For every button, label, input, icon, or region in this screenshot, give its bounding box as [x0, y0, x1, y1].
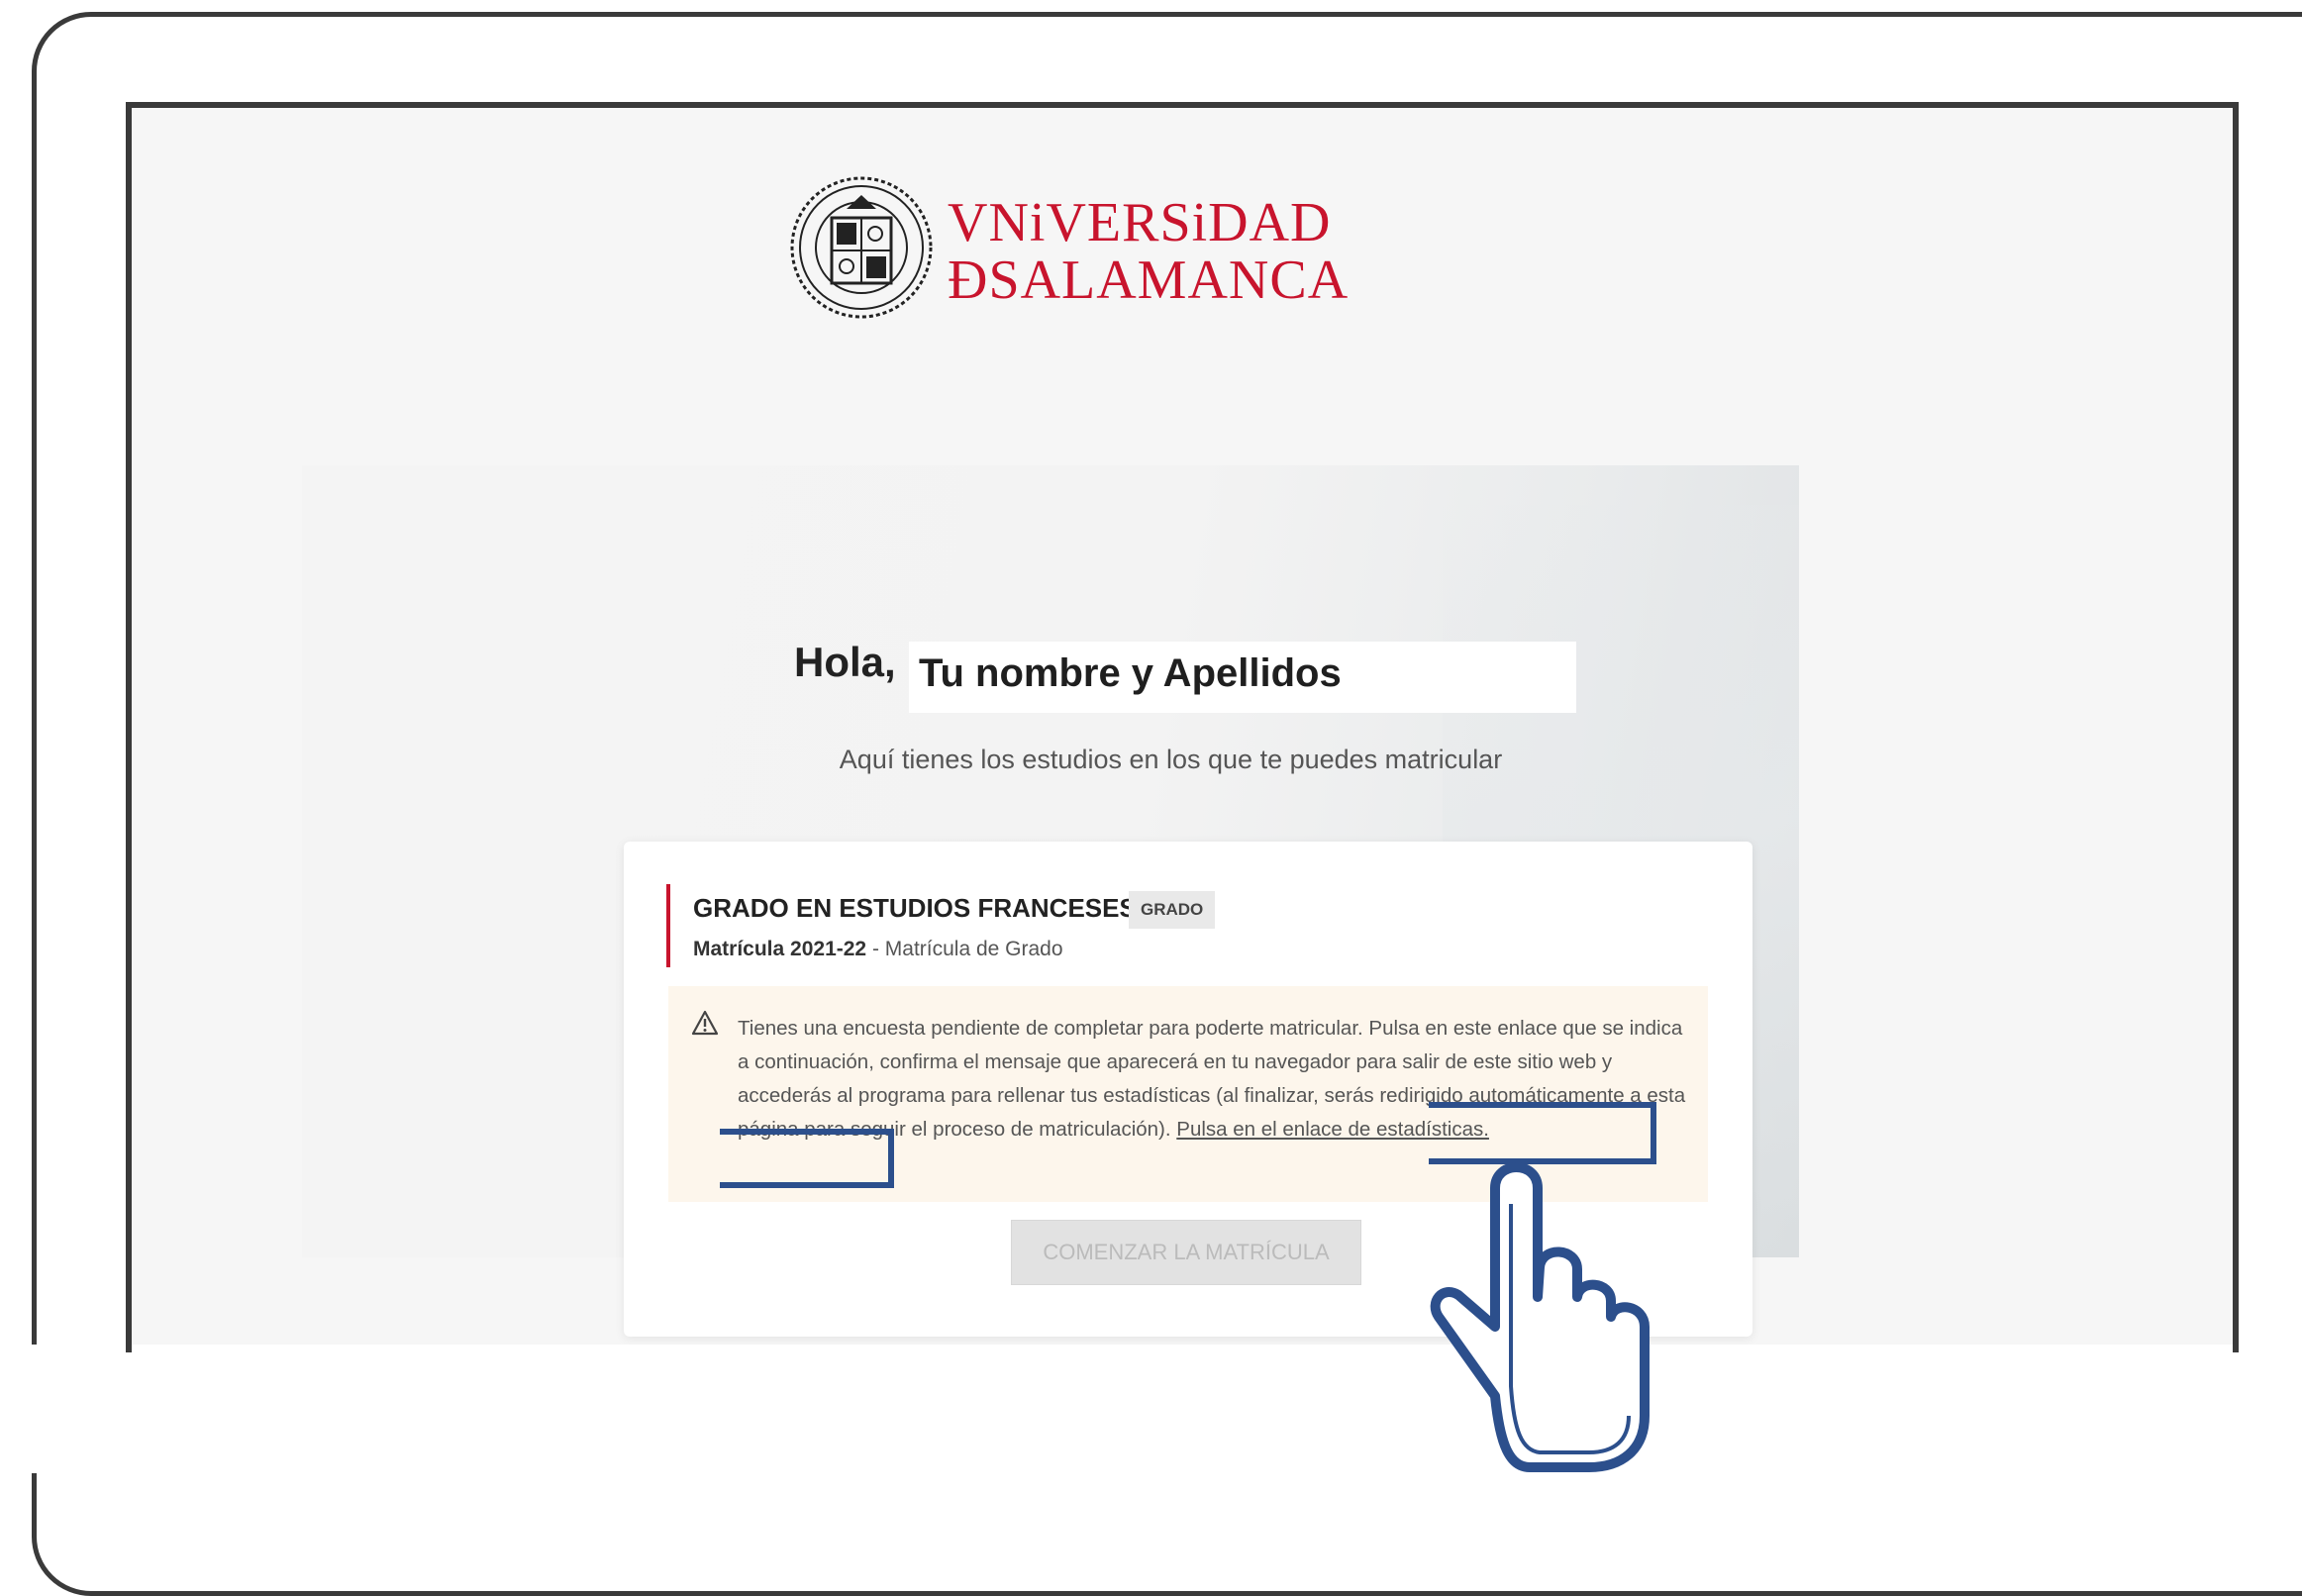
warning-triangle-icon	[691, 1010, 719, 1036]
university-logo[interactable]: VNiVERSiDAD ÐSALAMANCA	[787, 173, 1361, 332]
pointing-hand-icon	[1430, 1162, 1650, 1472]
enrollment-year: Matrícula 2021-22	[693, 938, 867, 960]
university-seal-icon	[790, 176, 933, 319]
greeting-subtitle: Aquí tienes los estudios en los que te p…	[839, 745, 1503, 774]
start-enrollment-button[interactable]: COMENZAR LA MATRÍCULA	[1011, 1220, 1361, 1285]
enrollment-info: Matrícula 2021-22 - Matrícula de Grado	[693, 938, 1063, 961]
device-bezel-bottom	[0, 1345, 2302, 1473]
highlight-link-end	[720, 1129, 894, 1188]
card-accent-bar	[666, 884, 670, 967]
logo-name-line2: ÐSALAMANCA	[948, 249, 1350, 311]
greeting-hello: Hola,	[794, 639, 896, 685]
screen-edge-right	[2233, 1339, 2239, 1352]
highlight-link-bottom	[720, 1182, 888, 1188]
degree-title: GRADO EN ESTUDIOS FRANCESES	[693, 893, 1137, 923]
screen-edge-left	[126, 1339, 132, 1352]
enrollment-type: - Matrícula de Grado	[866, 938, 1063, 960]
degree-type-badge: GRADO	[1129, 891, 1216, 929]
logo-name-line1: VNiVERSiDAD	[948, 192, 1332, 253]
user-name: Tu nombre y Apellidos	[919, 651, 1342, 695]
